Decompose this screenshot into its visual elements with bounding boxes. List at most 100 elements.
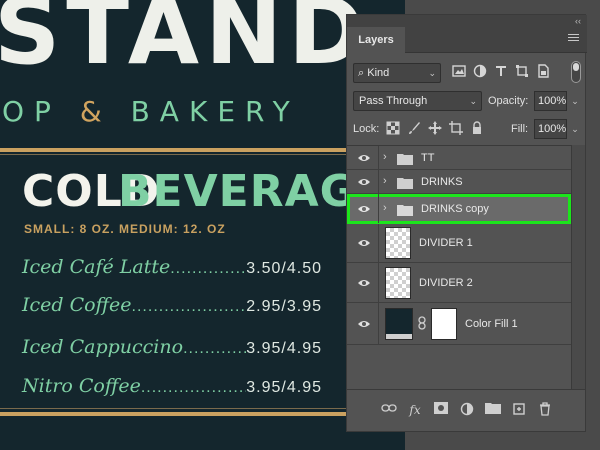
shape-filter-icon[interactable]	[514, 64, 529, 80]
layer-row[interactable]: › DRINKS	[347, 170, 571, 194]
fill-field[interactable]: 100%	[534, 119, 567, 139]
chevron-down-icon: ⌄	[469, 96, 477, 106]
sizes-text: SMALL: 8 OZ. MEDIUM: 12. OZ	[24, 222, 226, 236]
blend-mode-value: Pass Through	[359, 95, 428, 107]
layer-name: DRINKS	[421, 176, 463, 188]
chevron-right-icon[interactable]: ›	[383, 151, 387, 163]
new-group-icon[interactable]	[485, 402, 501, 418]
layer-mask-thumbnail	[431, 308, 457, 340]
new-layer-icon[interactable]	[511, 402, 527, 418]
artwork-subheading: OP & BAKERY	[2, 95, 300, 128]
menu-item-leader: ........................................…	[131, 298, 247, 315]
layer-row[interactable]: › TT	[347, 146, 571, 170]
divider-stripe	[0, 412, 405, 416]
link-layers-icon[interactable]	[381, 402, 397, 418]
eye-icon[interactable]	[357, 276, 371, 290]
lock-icon[interactable]	[469, 121, 484, 137]
smart-object-filter-icon[interactable]	[535, 64, 550, 80]
layer-row[interactable]: Color Fill 1	[347, 303, 571, 345]
trash-icon[interactable]	[537, 402, 553, 418]
divider-thin-line	[0, 408, 405, 409]
menu-item-name: Iced Cappuccino	[22, 336, 184, 358]
menu-item-name: Nitro Coffee	[22, 375, 141, 397]
artwork-subheading-amp: &	[79, 95, 112, 128]
filter-kind-label: Kind	[367, 67, 390, 79]
eye-icon[interactable]	[357, 317, 371, 331]
fx-icon[interactable]: fx	[407, 402, 423, 418]
menu-item-price: 3.95/4.95	[246, 379, 322, 396]
brush-icon[interactable]	[406, 121, 421, 137]
menu-item-leader: ........................................…	[140, 379, 246, 396]
menu-item: Iced Café Latte ........................…	[22, 256, 322, 278]
visibility-divider	[378, 224, 379, 262]
layers-scrollbar[interactable]	[571, 145, 585, 389]
layer-row[interactable]: DIVIDER 2	[347, 263, 571, 303]
folder-icon	[397, 152, 413, 165]
opacity-label: Opacity:	[488, 95, 529, 107]
move-icon[interactable]	[427, 121, 442, 137]
filter-kind-select[interactable]: ⌕ Kind ⌄	[353, 63, 441, 83]
tab-layers[interactable]: Layers	[347, 27, 405, 53]
layer-name: TT	[421, 152, 435, 164]
menu-item: Iced Cappuccino ........................…	[22, 336, 322, 358]
link-icon[interactable]	[417, 316, 427, 330]
lock-icons	[385, 121, 484, 137]
chevron-down-icon[interactable]: ⌄	[569, 91, 581, 111]
layer-thumbnail	[385, 227, 411, 259]
layer-name: Color Fill 1	[465, 318, 518, 330]
menu-item: Iced Coffee ............................…	[22, 294, 322, 316]
panel-footer: fx	[347, 389, 585, 431]
filter-icons	[451, 64, 550, 80]
visibility-divider	[378, 194, 379, 223]
eye-icon[interactable]	[357, 175, 371, 189]
chevron-down-icon[interactable]: ⌄	[569, 119, 581, 139]
panel-menu-icon[interactable]	[568, 34, 579, 45]
adjustment-layer-icon[interactable]	[459, 402, 475, 418]
chevron-down-icon: ⌄	[428, 68, 436, 78]
eye-icon[interactable]	[357, 236, 371, 250]
panel-header: Layers	[347, 27, 587, 53]
folder-icon	[397, 176, 413, 189]
search-icon: ⌕	[358, 67, 365, 79]
visibility-divider	[378, 170, 379, 193]
layers-list: › TT › DRINKS › DRINKS copy DIVIDER 1 DI…	[347, 145, 571, 389]
blend-row: Pass Through ⌄ Opacity: 100% ⌄	[353, 91, 581, 111]
menu-item-price: 2.95/3.95	[246, 298, 322, 315]
fill-layer-thumbnail	[385, 308, 413, 340]
eye-icon[interactable]	[357, 151, 371, 165]
layers-panel: ‹‹ Layers ⌕ Kind ⌄ Pass Through ⌄ Opacit…	[346, 14, 587, 432]
layer-thumbnail	[385, 267, 411, 299]
menu-item: Nitro Coffee ...........................…	[22, 375, 322, 397]
menu-item-price: 3.95/4.95	[246, 340, 322, 357]
layer-row[interactable]: DIVIDER 1	[347, 224, 571, 263]
chevron-right-icon[interactable]: ›	[383, 202, 387, 214]
collapse-panel-button[interactable]: ‹‹	[575, 15, 581, 27]
adjustment-filter-icon[interactable]	[472, 64, 487, 80]
menu-item-price: 3.50/4.50	[246, 260, 322, 277]
artwork-subheading-right: BAKERY	[130, 95, 300, 128]
menu-item-leader: ........................................…	[170, 260, 247, 277]
layer-name: DIVIDER 2	[419, 277, 473, 289]
fill-label: Fill:	[511, 123, 529, 135]
lock-label: Lock:	[353, 123, 380, 135]
folder-icon	[397, 203, 413, 216]
visibility-divider	[378, 263, 379, 302]
image-filter-icon[interactable]	[451, 64, 466, 80]
panel-title-strip: ‹‹	[347, 15, 587, 27]
chevron-right-icon[interactable]: ›	[383, 175, 387, 187]
eye-icon[interactable]	[357, 202, 371, 216]
type-filter-icon[interactable]	[493, 64, 508, 80]
opacity-field[interactable]: 100%	[534, 91, 567, 111]
layer-row-selected[interactable]: › DRINKS copy	[347, 194, 571, 224]
filter-toggle[interactable]	[571, 61, 581, 83]
artboard-icon[interactable]	[448, 121, 463, 137]
divider-stripe	[0, 148, 405, 152]
blend-mode-select[interactable]: Pass Through ⌄	[353, 91, 482, 111]
add-mask-icon[interactable]	[433, 402, 449, 418]
layer-name: DRINKS copy	[421, 203, 489, 215]
lock-transparency-icon[interactable]	[385, 121, 400, 137]
visibility-divider	[378, 303, 379, 344]
visibility-divider	[378, 146, 379, 169]
divider-thin-line	[0, 154, 405, 155]
artwork-subheading-left: OP	[2, 95, 61, 128]
